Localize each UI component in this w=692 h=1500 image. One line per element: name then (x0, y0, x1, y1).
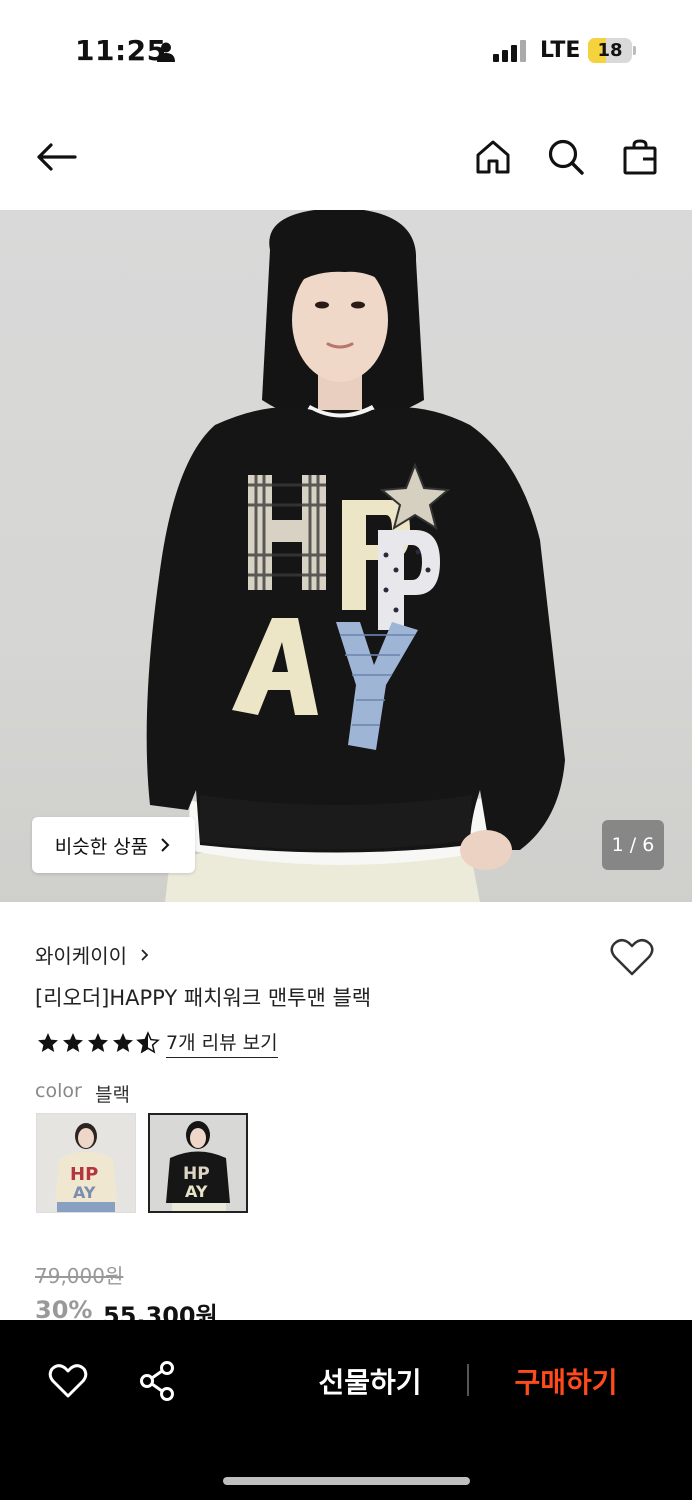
search-button[interactable] (541, 132, 591, 182)
star-icon (113, 1033, 133, 1052)
person-icon (157, 42, 175, 62)
back-button[interactable] (31, 132, 81, 182)
color-swatch-cream[interactable]: HP AY (36, 1113, 136, 1213)
search-icon (548, 139, 584, 175)
star-icon (38, 1033, 58, 1052)
network-label: LTE (540, 38, 581, 63)
share-button[interactable] (138, 1360, 178, 1402)
status-time: 11:25 (75, 34, 167, 67)
heart-icon (610, 939, 654, 976)
heart-icon (48, 1364, 88, 1398)
bottom-wishlist-button[interactable] (48, 1362, 88, 1400)
color-label: color (35, 1080, 82, 1102)
star-icon (88, 1033, 108, 1052)
arrow-left-icon (37, 143, 77, 171)
swatch-thumbnail: HP AY (150, 1115, 246, 1211)
color-value: 블랙 (95, 1084, 130, 1106)
original-price: 79,000원 (35, 1264, 124, 1288)
svg-text:AY: AY (73, 1183, 96, 1202)
chevron-right-icon (141, 949, 149, 961)
home-indicator (223, 1477, 470, 1485)
battery-icon: 18 (588, 38, 632, 63)
cart-button[interactable] (615, 132, 665, 182)
bottom-bar-divider (467, 1364, 469, 1396)
wishlist-button[interactable] (609, 936, 655, 978)
color-swatch-black[interactable]: HP AY (148, 1113, 248, 1213)
product-image[interactable] (0, 210, 692, 902)
gift-button[interactable]: 선물하기 (300, 1356, 440, 1406)
svg-text:AY: AY (185, 1182, 208, 1201)
half-star-icon (136, 1031, 160, 1054)
similar-products-label: 비슷한 상품 (54, 835, 149, 858)
battery-level: 18 (597, 40, 623, 61)
similar-products-button[interactable]: 비슷한 상품 (32, 817, 195, 873)
buy-button[interactable]: 구매하기 (496, 1356, 636, 1406)
brand-name: 와이케이이 (35, 944, 127, 968)
swatch-thumbnail: HP AY (37, 1114, 135, 1212)
shopping-bag-icon (623, 139, 657, 175)
star-icon (63, 1033, 83, 1052)
svg-text:HP: HP (70, 1164, 98, 1185)
svg-text:HP: HP (183, 1164, 210, 1184)
product-title: [리오더]HAPPY 패치워크 맨투맨 블랙 (35, 986, 372, 1010)
brand-link[interactable]: 와이케이이 (35, 940, 151, 969)
bottom-action-bar (0, 1320, 692, 1500)
share-icon (140, 1361, 174, 1401)
signal-icon (493, 40, 527, 62)
home-button[interactable] (468, 132, 518, 182)
image-pager: 1 / 6 (602, 820, 664, 870)
chevron-right-icon (161, 838, 170, 852)
rating-stars (36, 1031, 160, 1055)
model-photo (146, 210, 565, 902)
battery-nub (633, 46, 636, 55)
home-icon (476, 140, 510, 174)
review-link[interactable]: 7개 리뷰 보기 (166, 1028, 278, 1058)
